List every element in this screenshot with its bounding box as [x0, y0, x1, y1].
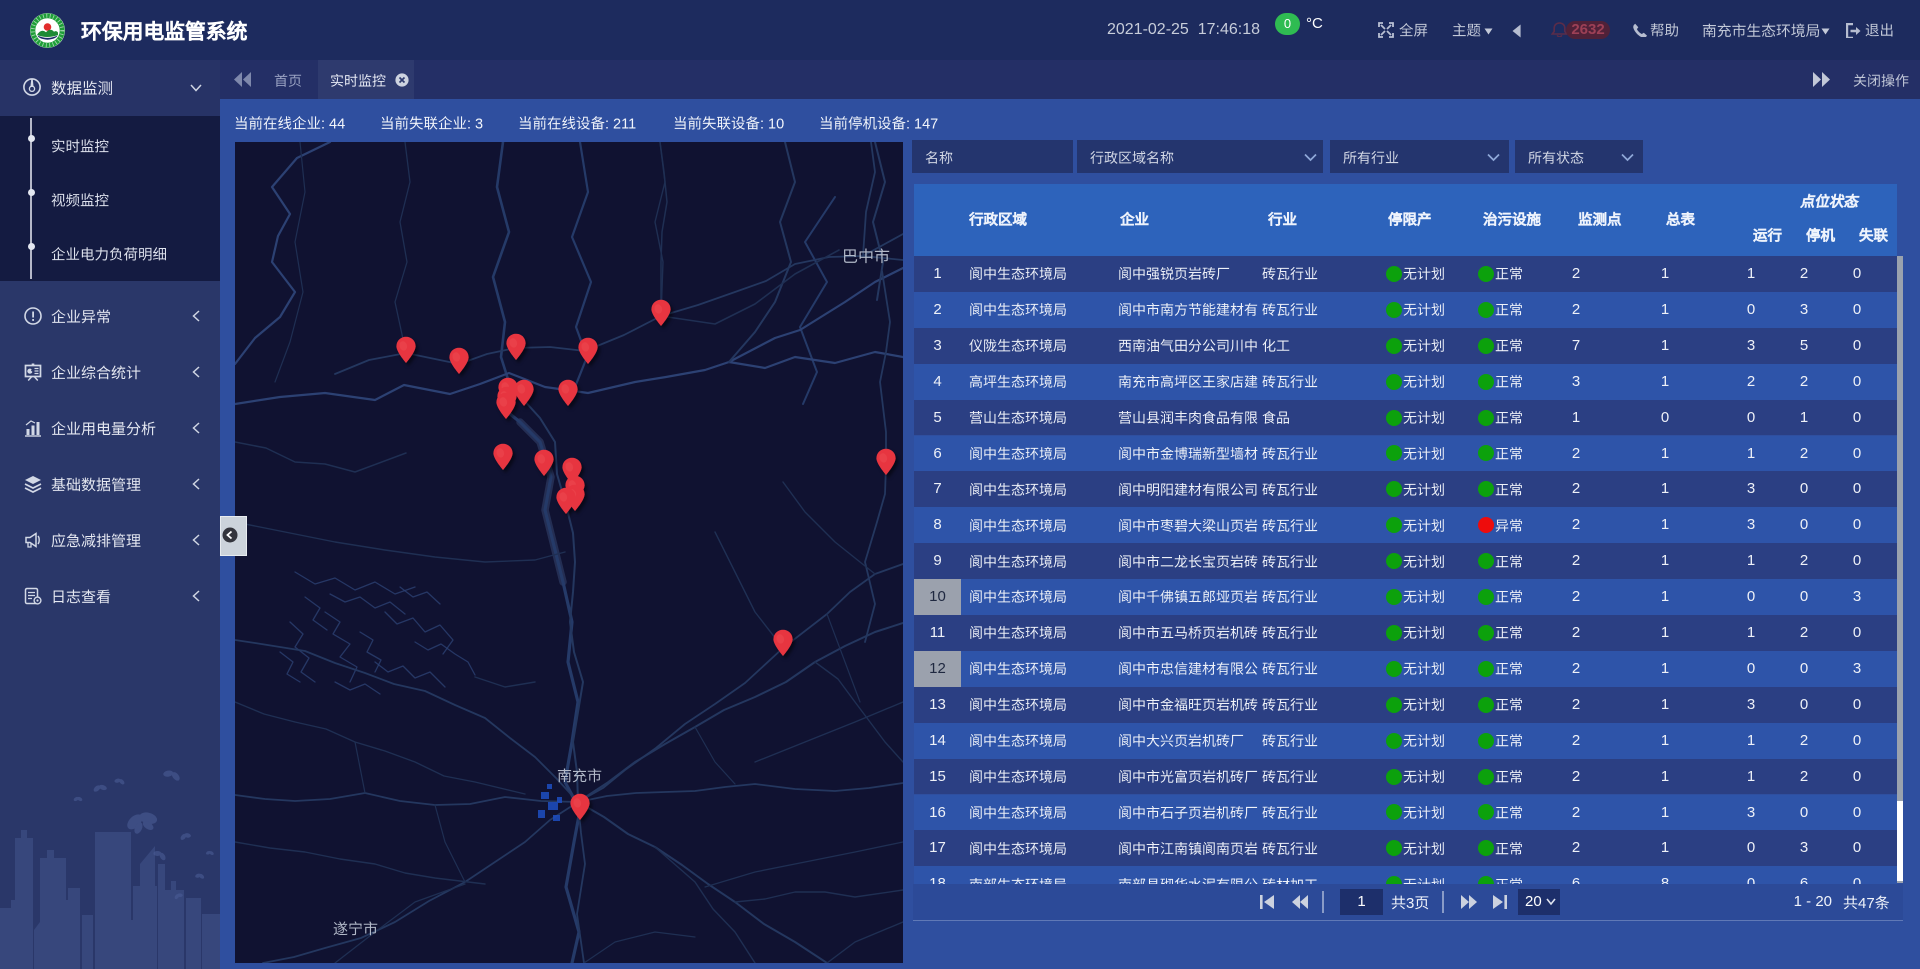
- svg-text:: 211: : 211: [605, 116, 636, 132]
- svg-text:: 147: : 147: [906, 116, 938, 132]
- svg-text:3: 3: [1406, 895, 1414, 912]
- svg-text:47: 47: [1858, 895, 1875, 912]
- svg-text:: 44: : 44: [321, 116, 345, 132]
- svg-text:: 3: : 3: [467, 116, 483, 132]
- svg-text:: 10: : 10: [760, 116, 784, 132]
